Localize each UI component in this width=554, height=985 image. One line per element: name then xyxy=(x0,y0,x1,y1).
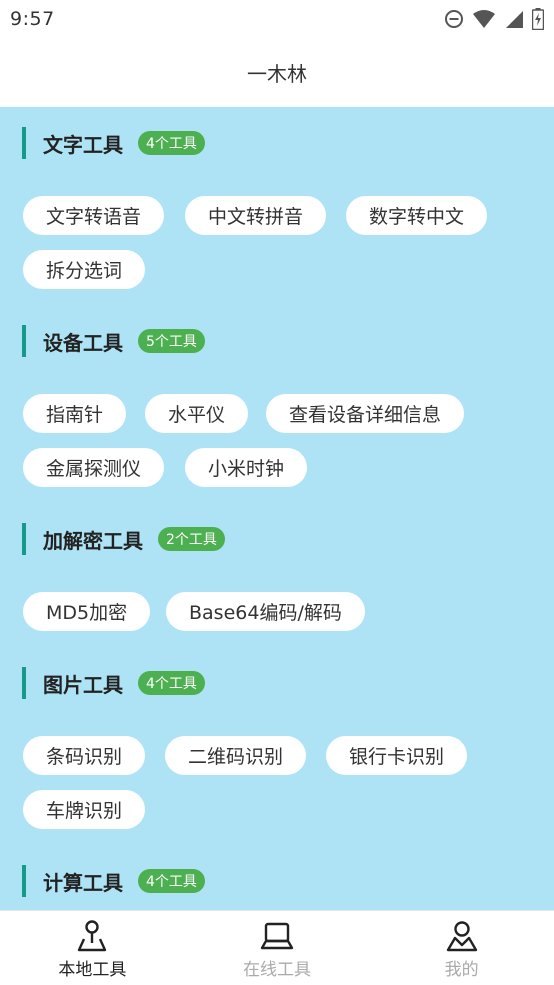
section-header: 加解密工具 2个工具 xyxy=(22,523,225,555)
tool-chip-bankcard-scan[interactable]: 银行卡识别 xyxy=(326,736,468,775)
signal-icon xyxy=(506,11,523,28)
tool-chip-metal-detector[interactable]: 金属探测仪 xyxy=(23,448,165,487)
status-bar: 9:57 xyxy=(0,0,554,38)
app-title: 一木林 xyxy=(247,62,307,86)
tool-chip-word-split[interactable]: 拆分选词 xyxy=(23,250,146,289)
nav-label: 我的 xyxy=(444,960,479,980)
section-title: 计算工具 xyxy=(43,870,123,895)
section-title: 设备工具 xyxy=(43,330,123,355)
section-title: 加解密工具 xyxy=(43,528,143,553)
tool-chip-qrcode-scan[interactable]: 二维码识别 xyxy=(165,736,307,775)
tool-chip-text-to-speech[interactable]: 文字转语音 xyxy=(23,196,165,235)
section-header: 文字工具 4个工具 xyxy=(22,127,205,159)
bottom-nav: 本地工具 在线工具 我的 xyxy=(0,910,554,985)
wifi-icon xyxy=(473,10,495,28)
status-time: 9:57 xyxy=(10,8,55,30)
tool-chip-number-to-chinese[interactable]: 数字转中文 xyxy=(346,196,488,235)
tool-count-badge: 2个工具 xyxy=(158,527,225,551)
tool-count-badge: 4个工具 xyxy=(138,869,205,893)
tool-chip-xiaomi-clock[interactable]: 小米时钟 xyxy=(185,448,308,487)
section-title: 文字工具 xyxy=(43,132,123,157)
tool-chip-chinese-to-pinyin[interactable]: 中文转拼音 xyxy=(185,196,327,235)
tool-count-badge: 5个工具 xyxy=(138,329,205,353)
map-pin-icon xyxy=(76,919,108,953)
section-accent-bar xyxy=(22,325,26,357)
section-header: 计算工具 4个工具 xyxy=(22,865,205,897)
tool-chip-barcode-scan[interactable]: 条码识别 xyxy=(23,736,146,775)
tool-chip-md5[interactable]: MD5加密 xyxy=(23,592,151,631)
tool-count-badge: 4个工具 xyxy=(138,671,205,695)
nav-tab-mine[interactable]: 我的 xyxy=(369,911,554,985)
laptop-icon xyxy=(260,919,294,953)
nav-label: 在线工具 xyxy=(243,960,311,980)
tool-list[interactable]: 文字工具 4个工具 文字转语音 中文转拼音 数字转中文 拆分选词 设备工具 5个… xyxy=(0,107,554,910)
tool-chip-level[interactable]: 水平仪 xyxy=(145,394,249,433)
do-not-disturb-icon xyxy=(445,10,463,28)
tool-chip-compass[interactable]: 指南针 xyxy=(23,394,127,433)
section-accent-bar xyxy=(22,667,26,699)
nav-tab-online-tools[interactable]: 在线工具 xyxy=(185,911,370,985)
nav-tab-local-tools[interactable]: 本地工具 xyxy=(0,911,185,985)
battery-icon xyxy=(532,8,544,30)
status-icons xyxy=(444,8,544,30)
section-accent-bar xyxy=(22,523,26,555)
section-header: 设备工具 5个工具 xyxy=(22,325,205,357)
tool-chip-base64[interactable]: Base64编码/解码 xyxy=(166,592,365,631)
section-accent-bar xyxy=(22,865,26,897)
section-header: 图片工具 4个工具 xyxy=(22,667,205,699)
nav-label: 本地工具 xyxy=(58,960,127,980)
user-icon xyxy=(445,919,479,953)
section-accent-bar xyxy=(22,127,26,159)
app-header: 一木林 xyxy=(0,38,554,107)
tool-count-badge: 4个工具 xyxy=(138,131,205,155)
tool-chip-device-info[interactable]: 查看设备详细信息 xyxy=(266,394,465,433)
section-title: 图片工具 xyxy=(43,672,123,697)
tool-chip-license-plate-scan[interactable]: 车牌识别 xyxy=(23,790,146,829)
